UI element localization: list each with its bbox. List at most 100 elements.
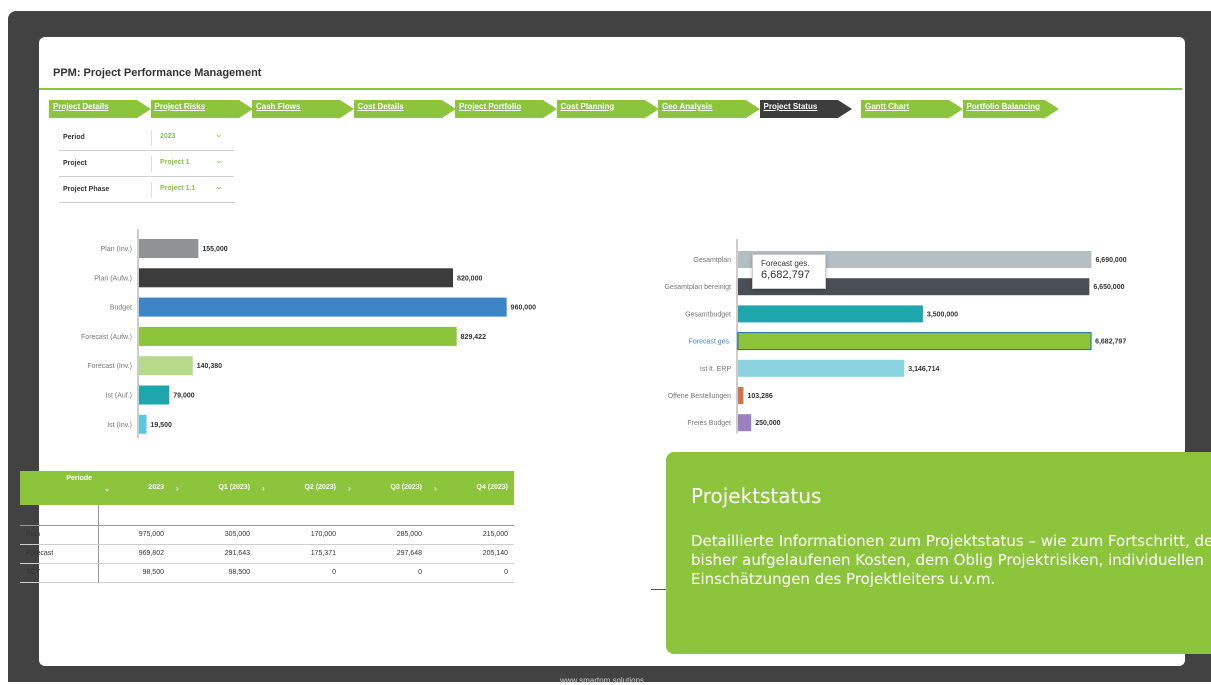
bar-value-label: 103,286: [747, 393, 772, 400]
filter-separator: [151, 156, 152, 172]
bar[interactable]: [139, 356, 193, 376]
chevron-down-icon[interactable]: ⌄: [215, 129, 223, 140]
footer-url: www.smartpm.solutions: [560, 676, 645, 685]
tab-arrow: [340, 100, 354, 118]
tab-arrow: [543, 100, 557, 118]
column-label: Q4 (2023): [476, 483, 508, 491]
tab-arrow: [441, 100, 456, 118]
overlay-text: Detaillierte Informationen zum Projektst…: [691, 532, 1211, 588]
column-label: Q3 (2023): [390, 483, 422, 491]
bar-value-label: 3,146,714: [908, 366, 939, 373]
period-table: Periode ⌄ 2023 › Q1 (2023) › Q2 (2023) › Q3 (202…: [20, 471, 514, 583]
chevron-icon[interactable]: ›: [434, 484, 437, 493]
category-label: Plan (Aufw.): [94, 275, 132, 282]
filter-value[interactable]: 2023: [160, 133, 176, 140]
column-header[interactable]: › Q1 (2023): [170, 471, 256, 505]
row-label: Forecast: [20, 544, 99, 564]
chevron-down-icon[interactable]: ⌄: [215, 155, 223, 166]
bar[interactable]: [738, 414, 752, 432]
bar[interactable]: [139, 268, 454, 288]
chevron-icon[interactable]: ›: [348, 484, 351, 493]
bar-value-label: 140,380: [197, 363, 222, 370]
filter-separator: [151, 182, 152, 198]
row-label: Plan: [20, 525, 99, 545]
category-label: Ist lt. ERP: [700, 366, 731, 373]
bar[interactable]: [139, 326, 457, 346]
chevron-icon[interactable]: ⌄: [104, 484, 111, 493]
table-spacer-row: [20, 505, 514, 526]
page-title: PPM: Project Performance Management: [53, 67, 262, 79]
budget-bar-chart: Plan (Inv.) 155,000 Plan (Aufw.) 820,000 Bud…: [81, 229, 536, 439]
table-cell: 975,000: [98, 525, 170, 545]
bar-value-label: 6,690,000: [1095, 257, 1126, 264]
tab-arrow: [644, 100, 659, 118]
table-cell: 215,000: [428, 525, 514, 545]
column-label: 2023: [148, 483, 164, 491]
filter-value[interactable]: Project 1: [160, 159, 190, 166]
chevron-down-icon[interactable]: ⌄: [215, 181, 223, 192]
table-cell: 98,500: [170, 563, 256, 583]
category-label: Gesamtplan: [693, 257, 731, 264]
table-cell: 291,643: [170, 544, 256, 564]
bar[interactable]: [139, 297, 507, 317]
bar-value-label: 79,000: [173, 393, 195, 400]
column-header[interactable]: › Q4 (2023): [428, 471, 514, 505]
column-header[interactable]: › Q3 (2023): [342, 471, 428, 505]
bar-value-label: 960,000: [511, 305, 536, 312]
table-cell: 205,140: [428, 544, 514, 564]
bar[interactable]: [139, 239, 199, 258]
tab-label: Gantt Chart: [865, 102, 909, 111]
column-label: Q2 (2023): [304, 483, 336, 491]
bar-value-label: 6,682,797: [1095, 339, 1126, 346]
bar[interactable]: [139, 414, 147, 434]
chevron-icon[interactable]: ›: [262, 484, 265, 493]
bar-value-label: 6,650,000: [1093, 284, 1124, 291]
category-label: Ist (Inv.): [107, 422, 132, 429]
bar-value-label: 155,000: [202, 246, 227, 253]
tab-label: Project Portfolio: [459, 102, 522, 111]
tab-arrow: [1044, 100, 1059, 118]
bar[interactable]: [737, 332, 1092, 351]
callout-line: [651, 589, 666, 590]
category-label: Offene Bestellungen: [668, 393, 731, 400]
category-label: Freies Budget: [687, 420, 731, 427]
bar[interactable]: [139, 385, 170, 405]
bar-value-label: 3,500,000: [927, 311, 958, 318]
navigation-bar: Project Details Project Risks Cash Flows Co…: [49, 100, 1179, 118]
category-label: Forecast (Inv.): [87, 363, 132, 370]
tab-label: Portfolio Balancing: [966, 102, 1040, 111]
category-label: Ist (Auf.): [106, 393, 132, 400]
tab-arrow: [949, 100, 963, 118]
filter-panel: Period 2023 ⌄ Project Project 1 ⌄ Project Phas…: [59, 125, 234, 203]
bar[interactable]: [738, 359, 905, 377]
bar-tooltip: Forecast ges. 6,682,797: [752, 254, 826, 289]
bar-value-label: 19,500: [150, 422, 172, 429]
title-divider: [39, 88, 1182, 90]
table-cell: 285,000: [342, 525, 428, 545]
column-header[interactable]: ⌄ 2023: [98, 471, 170, 505]
table-row: Forecast 969,802 291,643 175,371 297,648 205,…: [20, 544, 514, 564]
tab-label: Project Details: [53, 102, 109, 111]
bar[interactable]: [738, 305, 923, 323]
overlay-title: Projektstatus: [691, 484, 822, 508]
tab-label: Cash Flows: [256, 102, 301, 111]
tab-arrow: [137, 100, 151, 118]
tab-arrow: [837, 100, 852, 118]
category-label: Forecast (Aufw.): [81, 334, 132, 341]
status-bar-chart: Gesamtplan 6,690,000 Gesamtplan bereinigt 6…: [664, 239, 1127, 434]
tab-label: Cost Details: [357, 102, 404, 111]
table-cell: 969,802: [98, 544, 170, 564]
chevron-icon[interactable]: ›: [176, 484, 179, 493]
category-label: Gesamtplan bereinigt: [664, 284, 731, 291]
column-header[interactable]: › Q2 (2023): [256, 471, 342, 505]
bar-value-label: 829,422: [461, 334, 486, 341]
filter-row: Project Project 1 ⌄: [59, 151, 234, 177]
filter-label: Project Phase: [63, 186, 110, 193]
tab-label: Geo Analysis: [662, 102, 713, 111]
table-cell: 175,371: [256, 544, 342, 564]
table-row: ACT 98,500 98,500 0 0 0: [20, 563, 514, 583]
bar[interactable]: [738, 387, 744, 404]
column-label: Q1 (2023): [218, 483, 250, 491]
row-label: ACT: [20, 563, 99, 583]
filter-value[interactable]: Project 1.1: [160, 185, 195, 192]
